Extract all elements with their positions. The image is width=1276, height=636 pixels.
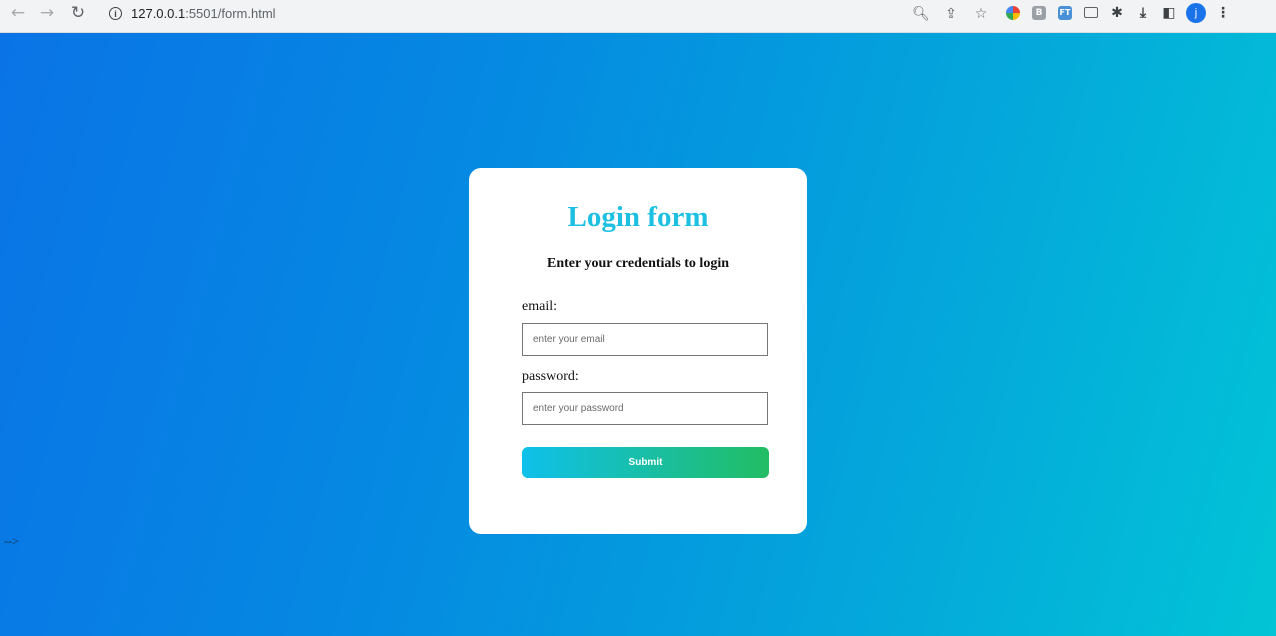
back-arrow-icon[interactable]: ←: [5, 0, 31, 26]
email-field[interactable]: [522, 323, 768, 356]
url-path: :5501/form.html: [185, 6, 276, 21]
side-panel-icon[interactable]: ◧: [1160, 4, 1178, 22]
submit-button[interactable]: Submit: [522, 447, 769, 478]
url-host: 127.0.0.1: [131, 6, 186, 21]
email-label: email:: [522, 299, 557, 314]
color-picker-extension-icon[interactable]: [1004, 4, 1022, 22]
login-title: Login form: [567, 201, 709, 233]
b-extension-icon[interactable]: B: [1030, 4, 1048, 22]
menu-kebab-icon[interactable]: ⋮: [1214, 4, 1232, 22]
omnibox-actions: 🔍︎ ⇪ ☆: [912, 1, 990, 26]
extensions-area: B FT ✱ ⤓ ◧ j ⋮: [1004, 0, 1232, 25]
login-subtitle: Enter your credentials to login: [547, 256, 729, 271]
address-bar[interactable]: i 127.0.0.1:5501/form.html 🔍︎ ⇪ ☆: [100, 1, 998, 26]
page-viewport: --> Login form Enter your credentials to…: [0, 33, 1276, 636]
password-label: password:: [522, 369, 579, 384]
profile-avatar[interactable]: j: [1186, 2, 1206, 23]
url-text[interactable]: 127.0.0.1:5501/form.html: [131, 6, 276, 21]
browser-toolbar: ← → ↻ i 127.0.0.1:5501/form.html 🔍︎ ⇪ ☆ …: [0, 0, 1276, 33]
ft-extension-icon[interactable]: FT: [1056, 4, 1074, 22]
stray-comment-text: -->: [4, 534, 19, 548]
share-icon[interactable]: ⇪: [942, 5, 960, 23]
puzzle-extensions-icon[interactable]: ✱: [1108, 4, 1126, 22]
download-icon[interactable]: ⤓: [1134, 4, 1152, 22]
site-info-icon[interactable]: i: [109, 7, 122, 20]
forward-arrow-icon[interactable]: →: [34, 0, 60, 26]
zoom-icon[interactable]: 🔍︎: [912, 5, 930, 23]
login-card: Login form Enter your credentials to log…: [469, 168, 807, 534]
password-field[interactable]: [522, 392, 768, 425]
reload-icon[interactable]: ↻: [65, 0, 91, 26]
bookmark-star-icon[interactable]: ☆: [972, 5, 990, 23]
barcode-extension-icon[interactable]: [1082, 4, 1100, 22]
ft-extension-label: FT: [1058, 5, 1072, 20]
b-extension-label: B: [1032, 5, 1046, 20]
